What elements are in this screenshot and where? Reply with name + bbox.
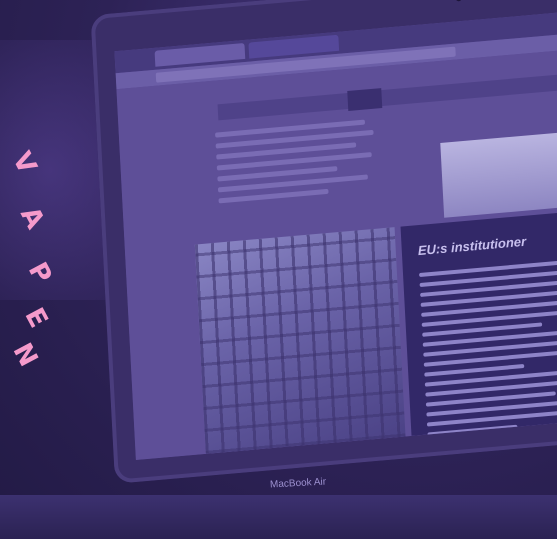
brand-letter: V <box>6 147 43 179</box>
brand-letter: P <box>21 257 58 289</box>
brand-letter: E <box>18 303 54 333</box>
site-nav-active-tab <box>347 88 383 111</box>
photo-scene: V A P E N EU:s institutioner MacBook Air <box>0 0 557 539</box>
laptop-screen: EU:s institutioner <box>114 10 557 461</box>
info-panel: EU:s institutioner <box>400 209 557 437</box>
parliament-seats <box>194 227 406 454</box>
brand-letter: N <box>6 338 44 372</box>
article-text <box>215 119 379 210</box>
brand-letter: A <box>14 202 51 234</box>
thumbnail-image <box>440 129 557 218</box>
panel-text <box>419 259 557 443</box>
panel-title: EU:s institutioner <box>417 233 527 259</box>
parliament-photo <box>194 227 406 454</box>
laptop-base <box>0 495 557 539</box>
laptop: EU:s institutioner <box>60 0 557 526</box>
